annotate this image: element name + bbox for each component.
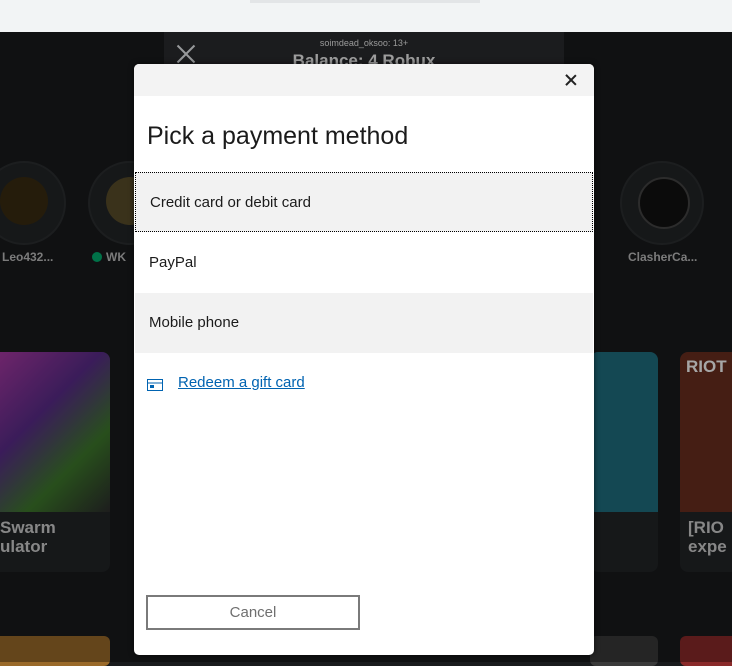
top-bar-highlight <box>250 0 480 3</box>
gift-card-icon <box>147 379 163 391</box>
cancel-button[interactable]: Cancel <box>146 595 360 630</box>
redeem-gift-card-link[interactable]: Redeem a gift card <box>178 374 305 391</box>
dialog-heading: Pick a payment method <box>147 122 409 150</box>
browser-top-bar <box>0 0 732 32</box>
payment-method-dialog: Pick a payment method Credit card or deb… <box>134 64 594 655</box>
dialog-title-bar <box>134 64 594 96</box>
payment-option-card[interactable]: Credit card or debit card <box>135 172 593 232</box>
close-icon[interactable] <box>558 68 584 92</box>
payment-option-mobile[interactable]: Mobile phone <box>135 293 593 353</box>
payment-option-paypal[interactable]: PayPal <box>135 233 593 293</box>
